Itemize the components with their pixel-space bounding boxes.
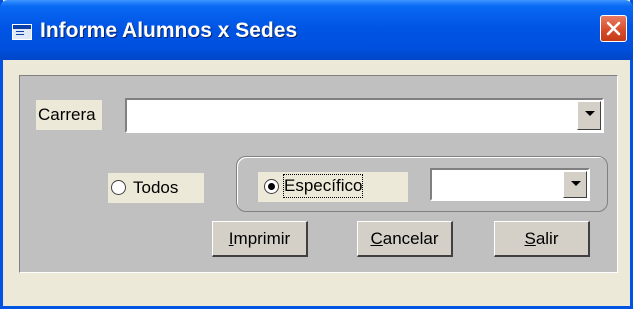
especifico-select[interactable] xyxy=(430,168,590,201)
carrera-dropdown-button[interactable] xyxy=(577,101,601,130)
close-icon xyxy=(606,21,621,36)
report-panel: Carrera Todos Específico Imprimir Cancel… xyxy=(19,75,618,273)
radio-todos-label: Todos xyxy=(133,178,179,197)
salir-button[interactable]: Salir xyxy=(494,221,590,257)
window-title: Informe Alumnos x Sedes xyxy=(40,19,298,42)
carrera-select[interactable] xyxy=(125,98,604,133)
especifico-dropdown-button[interactable] xyxy=(563,171,587,198)
close-button[interactable] xyxy=(600,15,627,42)
window-form-icon xyxy=(12,24,32,40)
especifico-group: Específico xyxy=(236,156,608,212)
radio-todos[interactable]: Todos xyxy=(108,173,204,203)
cancelar-button[interactable]: Cancelar xyxy=(357,221,453,257)
title-bar[interactable]: Informe Alumnos x Sedes xyxy=(0,0,633,60)
radio-especifico[interactable]: Específico xyxy=(258,172,408,202)
imprimir-button[interactable]: Imprimir xyxy=(212,221,308,257)
radio-todos-button[interactable] xyxy=(111,180,126,195)
carrera-label: Carrera xyxy=(36,100,102,130)
radio-especifico-button[interactable] xyxy=(264,179,279,194)
dialog-window: Informe Alumnos x Sedes Carrera Todos Es… xyxy=(0,0,633,309)
radio-especifico-label: Específico xyxy=(282,174,364,198)
